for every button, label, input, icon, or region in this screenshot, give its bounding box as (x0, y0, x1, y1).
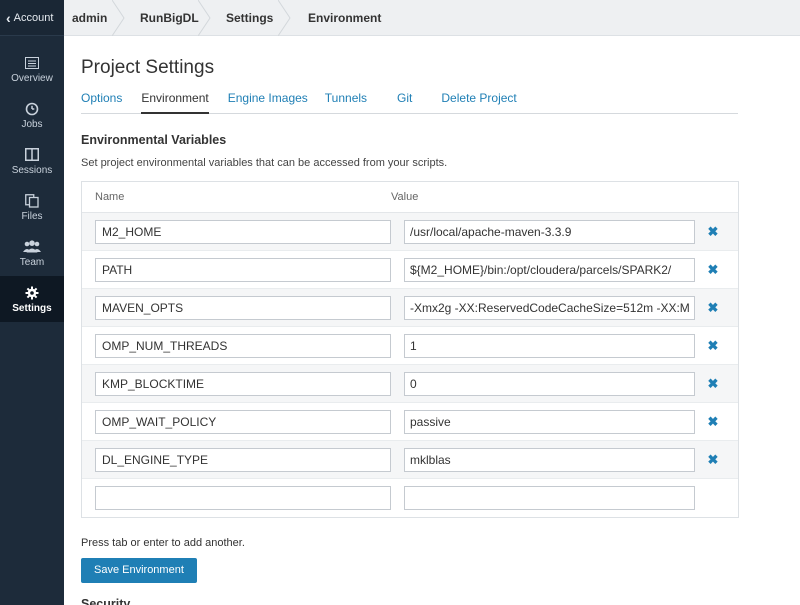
sidebar-item-label: Sessions (11, 164, 53, 176)
env-value-input[interactable]: 0 (404, 371, 695, 396)
files-icon (25, 193, 39, 209)
delete-icon[interactable]: ✖ (707, 300, 719, 316)
sidebar-item-label: Jobs (21, 118, 43, 130)
tab-engine-images[interactable]: Engine Images (228, 91, 308, 114)
sidebar-item-label: Team (19, 256, 45, 268)
env-value-input[interactable]: ${M2_HOME}/bin:/opt/cloudera/parcels/SPA… (404, 257, 695, 282)
env-name-input[interactable]: DL_ENGINE_TYPE (95, 447, 391, 472)
table-row: OMP_WAIT_POLICY passive ✖ (82, 403, 738, 441)
table-row: M2_HOME /usr/local/apache-maven-3.3.9 ✖ (82, 213, 738, 251)
clock-icon (25, 101, 39, 117)
sessions-icon (25, 147, 39, 163)
table-header: Name Value (82, 182, 738, 213)
gear-icon (25, 285, 39, 301)
table-row: OMP_NUM_THREADS 1 ✖ (82, 327, 738, 365)
main-content: Project Settings Options Environment Eng… (64, 36, 800, 605)
env-variables-table: Name Value M2_HOME /usr/local/apache-mav… (81, 181, 739, 518)
tab-delete-project[interactable]: Delete Project (441, 91, 516, 114)
team-icon (23, 239, 41, 255)
tab-git[interactable]: Git (397, 91, 412, 114)
env-value-input[interactable]: mklblas (404, 447, 695, 472)
save-environment-button[interactable]: Save Environment (81, 558, 197, 583)
delete-icon[interactable]: ✖ (707, 376, 719, 392)
table-row: DL_ENGINE_TYPE mklblas ✖ (82, 441, 738, 479)
breadcrumb: admin RunBigDL Settings Environment (64, 0, 800, 36)
env-name-input[interactable]: PATH (95, 257, 391, 282)
env-value-input[interactable]: /usr/local/apache-maven-3.3.9 (404, 219, 695, 244)
security-section-title: Security (81, 597, 131, 605)
section-title: Environmental Variables (81, 133, 227, 147)
breadcrumb-item-settings[interactable]: Settings (212, 0, 292, 36)
breadcrumb-item-current: Environment (292, 0, 381, 36)
env-value-input[interactable]: 1 (404, 333, 695, 358)
table-row-new (82, 479, 738, 517)
sidebar-item-label: Files (21, 210, 43, 222)
env-name-input[interactable]: OMP_NUM_THREADS (95, 333, 391, 358)
tab-tunnels[interactable]: Tunnels (325, 91, 367, 114)
breadcrumb-label: Settings (226, 11, 274, 25)
sidebar-item-team[interactable]: Team (0, 230, 64, 276)
delete-icon[interactable]: ✖ (707, 262, 719, 278)
column-header-value: Value (391, 191, 419, 203)
add-hint: Press tab or enter to add another. (81, 537, 245, 549)
env-value-input[interactable]: passive (404, 409, 695, 434)
breadcrumb-separator-icon (112, 0, 125, 36)
table-row: PATH ${M2_HOME}/bin:/opt/cloudera/parcel… (82, 251, 738, 289)
page-title: Project Settings (81, 57, 215, 78)
sidebar-item-label: Overview (11, 72, 53, 84)
tab-options[interactable]: Options (81, 91, 122, 114)
delete-icon[interactable]: ✖ (707, 224, 719, 240)
breadcrumb-label: RunBigDL (140, 11, 199, 25)
overview-icon (25, 55, 39, 71)
sidebar-item-jobs[interactable]: Jobs (0, 92, 64, 138)
breadcrumb-separator-icon (198, 0, 211, 36)
new-env-value-input[interactable] (404, 486, 695, 510)
breadcrumb-item-account[interactable]: admin (64, 0, 126, 36)
breadcrumb-separator-icon (278, 0, 291, 36)
env-name-input[interactable]: MAVEN_OPTS (95, 295, 391, 320)
new-env-name-input[interactable] (95, 486, 391, 510)
env-name-input[interactable]: M2_HOME (95, 219, 391, 244)
sidebar-item-sessions[interactable]: Sessions (0, 138, 64, 184)
sidebar: ‹ Account Overview Jobs Sessions Files T… (0, 0, 64, 605)
back-label: Account (13, 11, 54, 24)
sidebar-item-label: Settings (12, 302, 52, 314)
breadcrumb-item-project[interactable]: RunBigDL (126, 0, 212, 36)
env-name-input[interactable]: OMP_WAIT_POLICY (95, 409, 391, 434)
settings-tabs: Options Environment Engine Images Tunnel… (81, 91, 738, 114)
table-row: KMP_BLOCKTIME 0 ✖ (82, 365, 738, 403)
sidebar-item-files[interactable]: Files (0, 184, 64, 230)
section-description: Set project environmental variables that… (81, 157, 448, 169)
chevron-left-icon: ‹ (6, 9, 11, 26)
breadcrumb-label: Environment (308, 11, 382, 25)
env-value-input[interactable]: -Xmx2g -XX:ReservedCodeCacheSize=512m -X… (404, 295, 695, 320)
breadcrumb-label: admin (72, 11, 108, 25)
back-to-account-link[interactable]: ‹ Account (0, 0, 64, 36)
env-name-input[interactable]: KMP_BLOCKTIME (95, 371, 391, 396)
column-header-name: Name (95, 191, 125, 203)
tab-environment[interactable]: Environment (141, 91, 209, 114)
table-row: MAVEN_OPTS -Xmx2g -XX:ReservedCodeCacheS… (82, 289, 738, 327)
delete-icon[interactable]: ✖ (707, 414, 719, 430)
sidebar-item-settings[interactable]: Settings (0, 276, 64, 322)
sidebar-item-overview[interactable]: Overview (0, 46, 64, 92)
delete-icon[interactable]: ✖ (707, 338, 719, 354)
delete-icon[interactable]: ✖ (707, 452, 719, 468)
